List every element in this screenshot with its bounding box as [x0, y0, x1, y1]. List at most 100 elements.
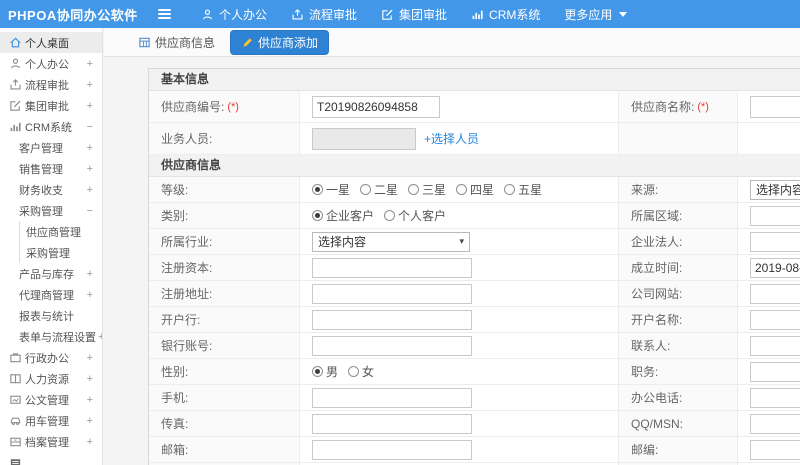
nav-item-group-approval[interactable]: 集团审批: [369, 6, 459, 23]
level-radio-group: 一星 二星 三星 四星 五星: [312, 181, 542, 198]
sidebar-item-form-flow-settings[interactable]: 表单与流程设置 +: [0, 326, 102, 347]
sidebar-item-label: 表单与流程设置: [19, 331, 96, 344]
sidebar-item-products-inventory[interactable]: 产品与库存 +: [0, 263, 102, 284]
sidebar-item-sales-mgmt[interactable]: 销售管理 +: [0, 158, 102, 179]
sidebar-item-human-resources[interactable]: 人力资源 +: [0, 368, 102, 389]
car-icon: [9, 414, 22, 427]
field-cell: [300, 91, 618, 122]
sidebar-item-flow-approval[interactable]: 流程审批 +: [0, 74, 102, 95]
sidebar-item-personal-office[interactable]: 个人办公 +: [0, 53, 102, 74]
app-logo: PHPOA协同办公软件: [8, 7, 138, 23]
region-input[interactable]: [750, 205, 800, 226]
field-cell: [738, 281, 800, 306]
nav-item-more-apps[interactable]: 更多应用: [552, 6, 639, 23]
radio-icon: [312, 366, 323, 377]
registered-capital-input[interactable]: [312, 257, 472, 278]
sidebar-item-purchasing[interactable]: 采购管理: [20, 242, 102, 263]
field-cell: 选择内容: [300, 229, 618, 254]
document-icon: [9, 393, 22, 406]
sidebar-item-finance[interactable]: 财务收支 +: [0, 179, 102, 200]
radio-icon: [312, 184, 323, 195]
radio-option[interactable]: 一星: [312, 181, 350, 198]
sidebar-item-document-mgmt[interactable]: 公文管理 +: [0, 389, 102, 410]
sidebar-item-group-approval[interactable]: 集团审批 +: [0, 95, 102, 116]
upload-icon: [9, 78, 22, 91]
mobile-input[interactable]: [312, 387, 472, 408]
radio-option[interactable]: 三星: [408, 181, 446, 198]
select-person-link[interactable]: +选择人员: [424, 130, 479, 147]
edit-square-icon: [381, 8, 394, 21]
registered-address-input[interactable]: [312, 283, 472, 304]
field-label: 开户名称:: [618, 307, 738, 332]
sidebar-item-customer-mgmt[interactable]: 客户管理 +: [0, 137, 102, 158]
nav-label: 流程审批: [309, 7, 358, 22]
briefcase-icon: [9, 351, 22, 364]
sidebar-item-label: CRM系统: [25, 121, 73, 134]
radio-option[interactable]: 个人客户: [384, 207, 446, 224]
postcode-input[interactable]: [750, 439, 800, 460]
email-input[interactable]: [312, 439, 472, 460]
tab-bar: 供应商信息 供应商添加: [104, 28, 800, 57]
bank-account-input[interactable]: [312, 335, 472, 356]
sidebar-item-label: 财务收支: [19, 184, 63, 197]
sidebar-item-reports-stats[interactable]: 报表与统计: [0, 305, 102, 326]
fax-input[interactable]: [312, 413, 472, 434]
pencil-icon: [241, 36, 254, 49]
archive-icon: [9, 435, 22, 448]
form-row: 注册资本: 成立时间:: [149, 255, 800, 281]
contact-person-input[interactable]: [750, 335, 800, 356]
radio-option[interactable]: 女: [348, 363, 374, 380]
box-icon: [9, 456, 22, 465]
job-title-input[interactable]: [750, 361, 800, 382]
nav-item-crm[interactable]: CRM系统: [459, 6, 552, 23]
industry-select[interactable]: 选择内容: [312, 231, 470, 252]
sidebar-item-label: 采购管理: [19, 205, 63, 218]
field-label: 供应商名称: (*): [618, 91, 738, 122]
nav-item-flow-approval[interactable]: 流程审批: [279, 6, 369, 23]
radio-option[interactable]: 男: [312, 363, 338, 380]
field-cell: [738, 123, 800, 154]
sidebar-item-admin-office[interactable]: 行政办公 +: [0, 347, 102, 368]
field-label: QQ/MSN:: [618, 411, 738, 436]
section-title-supplier-info: 供应商信息: [149, 155, 800, 177]
radio-option[interactable]: 企业客户: [312, 207, 374, 224]
sidebar-item-clipped[interactable]: [0, 452, 102, 465]
office-phone-input[interactable]: [750, 387, 800, 408]
business-person-input[interactable]: [312, 127, 416, 150]
founded-date-input[interactable]: [750, 257, 800, 278]
field-label: 业务人员:: [149, 123, 300, 154]
sidebar-item-purchase-mgmt[interactable]: 采购管理 −: [0, 200, 102, 221]
radio-option[interactable]: 四星: [456, 181, 494, 198]
top-header: PHPOA协同办公软件 个人办公 流程审批 集团审批 CRM系统 更多应用: [0, 0, 800, 28]
hamburger-menu-icon[interactable]: [154, 5, 175, 23]
sidebar-item-vehicle-mgmt[interactable]: 用车管理 +: [0, 410, 102, 431]
sidebar-item-supplier-mgmt[interactable]: 供应商管理: [20, 221, 102, 242]
field-label: 所属区域:: [618, 203, 738, 228]
tab-supplier-add[interactable]: 供应商添加: [231, 30, 329, 54]
supplier-code-input[interactable]: [312, 95, 440, 118]
legal-person-input[interactable]: [750, 231, 800, 252]
sidebar-item-agent-mgmt[interactable]: 代理商管理 +: [0, 284, 102, 305]
sidebar-item-crm[interactable]: CRM系统 −: [0, 116, 102, 137]
nav-item-personal-office[interactable]: 个人办公: [189, 6, 279, 23]
radio-option[interactable]: 五星: [504, 181, 542, 198]
sidebar-item-label: 采购管理: [26, 247, 70, 260]
source-select[interactable]: 选择内容: [750, 179, 800, 200]
nav-label: 集团审批: [399, 7, 448, 22]
bank-branch-input[interactable]: [312, 309, 472, 330]
sidebar-item-label: 个人办公: [25, 58, 69, 71]
account-name-input[interactable]: [750, 309, 800, 330]
radio-option[interactable]: 二星: [360, 181, 398, 198]
company-website-input[interactable]: [750, 283, 800, 304]
user-icon: [201, 8, 214, 21]
sidebar-item-personal-desktop[interactable]: 个人桌面: [0, 32, 102, 53]
sidebar-item-archive-mgmt[interactable]: 档案管理 +: [0, 431, 102, 452]
sidebar-item-label: 用车管理: [25, 415, 69, 428]
qq-msn-input[interactable]: [750, 413, 800, 434]
category-radio-group: 企业客户 个人客户: [312, 207, 446, 224]
field-label: 供应商编号: (*): [149, 91, 300, 122]
tab-supplier-info[interactable]: 供应商信息: [132, 31, 221, 54]
supplier-name-input[interactable]: [750, 95, 800, 118]
table-icon: [138, 36, 151, 49]
form-row: 性别: 男 女 职务:: [149, 359, 800, 385]
